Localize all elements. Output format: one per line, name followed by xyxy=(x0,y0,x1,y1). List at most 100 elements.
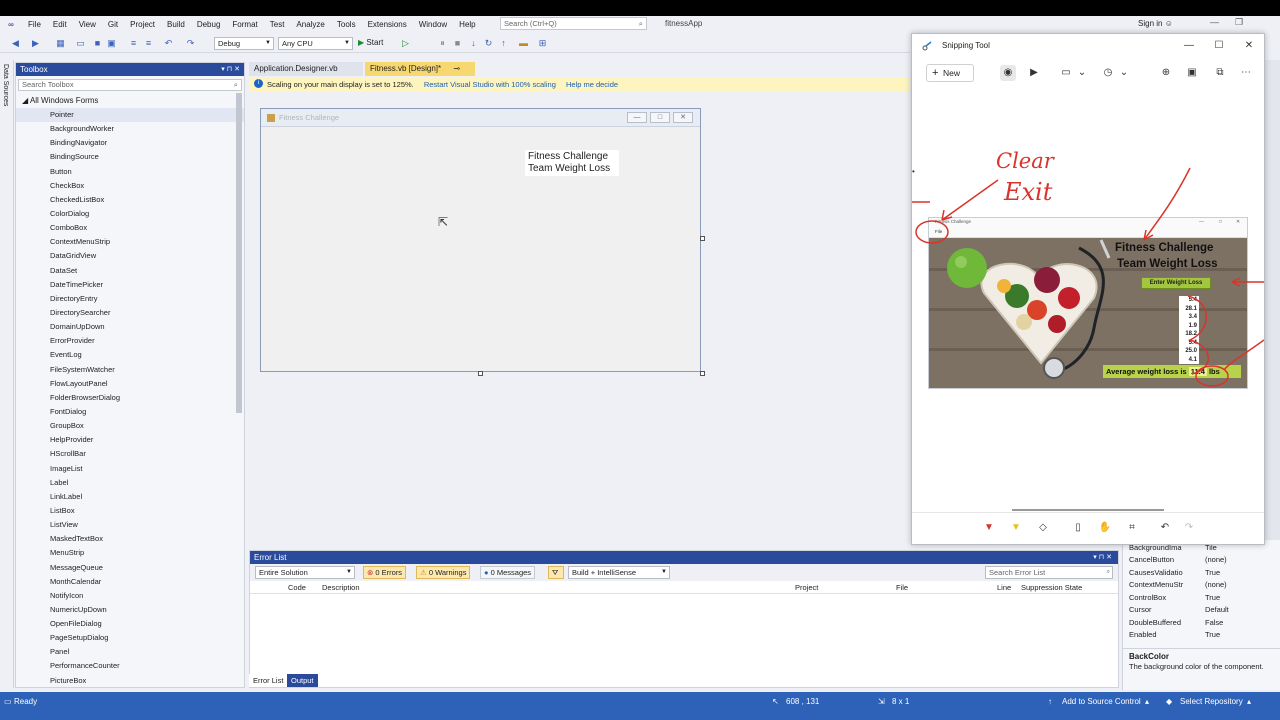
snip-canvas[interactable]: Fitness Challenge File — □ ✕ Fitness Cha… xyxy=(912,90,1264,512)
camera-icon[interactable]: ◉ xyxy=(1000,65,1016,81)
start-button[interactable]: ▶ Start xyxy=(358,38,383,47)
toolbox-item[interactable]: BindingSource xyxy=(16,150,244,164)
select-repository-button[interactable]: Select Repository xyxy=(1180,697,1243,706)
toolbox-item[interactable]: ImageList xyxy=(16,462,244,476)
platform-select[interactable]: Any CPU ▼ xyxy=(278,37,353,50)
more-options-icon[interactable]: ⋯ xyxy=(1238,65,1254,81)
menu-edit[interactable]: Edit xyxy=(47,20,73,29)
toolbox-item[interactable]: Button xyxy=(16,165,244,179)
property-row[interactable]: ContextMenuStr (none) xyxy=(1129,579,1279,592)
ballpoint-pen-icon[interactable]: ▼ xyxy=(982,521,996,535)
toolbox-item[interactable]: Pointer xyxy=(16,108,244,123)
column-code[interactable]: Code xyxy=(288,581,306,594)
tab-application-designer[interactable]: Application.Designer.vb xyxy=(249,62,363,76)
column-line[interactable]: Line xyxy=(997,581,1011,594)
restore-icon[interactable]: ❐ xyxy=(1235,17,1243,28)
toolbox-item[interactable]: GroupBox xyxy=(16,419,244,433)
configuration-select[interactable]: Debug ▼ xyxy=(214,37,274,50)
toolbox-item[interactable]: MenuStrip xyxy=(16,546,244,560)
pause-icon[interactable]: ⏸ xyxy=(437,38,448,49)
snip-mode-icon[interactable]: ▭ xyxy=(1058,65,1074,81)
menu-window[interactable]: Window xyxy=(413,20,453,29)
property-row[interactable]: CancelButton (none) xyxy=(1129,554,1279,567)
toolbox-item[interactable]: FileSystemWatcher xyxy=(16,363,244,377)
property-row[interactable]: ControlBox True xyxy=(1129,592,1279,605)
toolbox-item[interactable]: ColorDialog xyxy=(16,207,244,221)
delay-timer-icon[interactable]: ◷ xyxy=(1100,65,1116,81)
toolbox-item[interactable]: ListView xyxy=(16,518,244,532)
column-project[interactable]: Project xyxy=(795,581,818,594)
resize-handle-right[interactable] xyxy=(700,236,705,241)
toolbox-item[interactable]: DataSet xyxy=(16,264,244,278)
toolbox-item[interactable]: ComboBox xyxy=(16,221,244,235)
layout-icon[interactable]: ⊞ xyxy=(537,38,548,49)
save-all-icon[interactable]: ▣ xyxy=(106,38,117,49)
pin-icon[interactable]: ⊸ xyxy=(453,64,460,73)
step-out-icon[interactable]: ↑ xyxy=(498,38,509,49)
panel-controls-icon[interactable]: ▾ ⊓ ✕ xyxy=(221,63,240,76)
toolbox-item[interactable]: BackgroundWorker xyxy=(16,122,244,136)
toolbox-item[interactable]: FlowLayoutPanel xyxy=(16,377,244,391)
tab-fitness-design[interactable]: Fitness.vb [Design]* ⊸ ✕ xyxy=(365,62,475,87)
toolbox-item[interactable]: DomainUpDown xyxy=(16,320,244,334)
touch-writing-icon[interactable]: ✋ xyxy=(1098,521,1112,535)
highlighter-icon[interactable]: ▼ xyxy=(1009,521,1023,535)
toolbox-item[interactable]: MaskedTextBox xyxy=(16,532,244,546)
canvas-scrollbar[interactable] xyxy=(1012,509,1164,511)
property-row[interactable]: CausesValidatio True xyxy=(1129,567,1279,580)
toolbox-item[interactable]: ErrorProvider xyxy=(16,334,244,348)
toolbox-item[interactable]: ListBox xyxy=(16,504,244,518)
toolbox-item[interactable]: DateTimePicker xyxy=(16,278,244,292)
tab-output[interactable]: Output xyxy=(287,674,318,687)
toolbox-item[interactable]: CheckBox xyxy=(16,179,244,193)
redo-icon[interactable]: ↷ xyxy=(185,38,196,49)
ruler-icon[interactable]: ▯ xyxy=(1071,521,1085,535)
property-row[interactable]: DoubleBuffered False xyxy=(1129,617,1279,630)
menu-git[interactable]: Git xyxy=(102,20,124,29)
zoom-icon[interactable]: ⊕ xyxy=(1158,65,1174,81)
stop-icon[interactable]: ■ xyxy=(452,38,463,49)
crop-icon[interactable]: ⌗ xyxy=(1125,521,1139,535)
toolbox-item[interactable]: ContextMenuStrip xyxy=(16,235,244,249)
minimize-icon[interactable]: — xyxy=(1210,17,1219,27)
data-sources-strip[interactable]: Data Sources xyxy=(0,60,14,688)
menu-project[interactable]: Project xyxy=(124,20,161,29)
menu-tools[interactable]: Tools xyxy=(331,20,362,29)
toolbox-item[interactable]: DirectorySearcher xyxy=(16,306,244,320)
toolbox-item[interactable]: EventLog xyxy=(16,348,244,362)
toolbox-search-input[interactable]: Search Toolbox ⌕ xyxy=(18,79,242,91)
build-filter-select[interactable]: Build + IntelliSense ▼ xyxy=(568,566,670,579)
back-icon[interactable]: ◀ xyxy=(10,38,21,49)
toolbox-item[interactable]: MessageQueue xyxy=(16,561,244,575)
minimize-icon[interactable]: — xyxy=(1174,34,1204,58)
menu-test[interactable]: Test xyxy=(264,20,291,29)
cut-icon[interactable]: ≡ xyxy=(128,38,139,49)
error-list-search-input[interactable]: Search Error List ⌕ xyxy=(985,566,1113,579)
toolbox-item[interactable]: HScrollBar xyxy=(16,447,244,461)
open-file-icon[interactable]: ▭ xyxy=(75,38,86,49)
menu-debug[interactable]: Debug xyxy=(191,20,227,29)
close-icon[interactable]: ✕ xyxy=(1234,34,1264,58)
toolbox-item[interactable]: PerformanceCounter xyxy=(16,659,244,673)
video-icon[interactable]: ▶ xyxy=(1026,65,1042,81)
column-description[interactable]: Description xyxy=(322,581,360,594)
warnings-filter-button[interactable]: ⚠ 0 Warnings xyxy=(416,566,471,579)
eraser-icon[interactable]: ◇ xyxy=(1036,521,1050,535)
redo-icon[interactable]: ↷ xyxy=(1182,521,1196,535)
sign-in-link[interactable]: Sign in ☺ xyxy=(1138,19,1173,28)
undo-icon[interactable]: ↶ xyxy=(163,38,174,49)
toolbox-item[interactable]: DataGridView xyxy=(16,249,244,263)
column-suppression-state[interactable]: Suppression State xyxy=(1021,581,1082,594)
chevron-down-icon[interactable]: ⌄ xyxy=(1116,65,1132,81)
forward-icon[interactable]: ▶ xyxy=(30,38,41,49)
step-over-icon[interactable]: ↻ xyxy=(483,38,494,49)
toolbox-item[interactable]: HelpProvider xyxy=(16,433,244,447)
toolbox-item[interactable]: BindingNavigator xyxy=(16,136,244,150)
menu-build[interactable]: Build xyxy=(161,20,191,29)
chevron-down-icon[interactable]: ⌄ xyxy=(1074,65,1090,81)
toolbox-item[interactable]: Panel xyxy=(16,645,244,659)
toolbox-item[interactable]: PageSetupDialog xyxy=(16,631,244,645)
new-snip-button[interactable]: + New xyxy=(926,64,974,82)
scope-select[interactable]: Entire Solution ▼ xyxy=(255,566,355,579)
save-icon[interactable]: ■ xyxy=(92,38,103,49)
